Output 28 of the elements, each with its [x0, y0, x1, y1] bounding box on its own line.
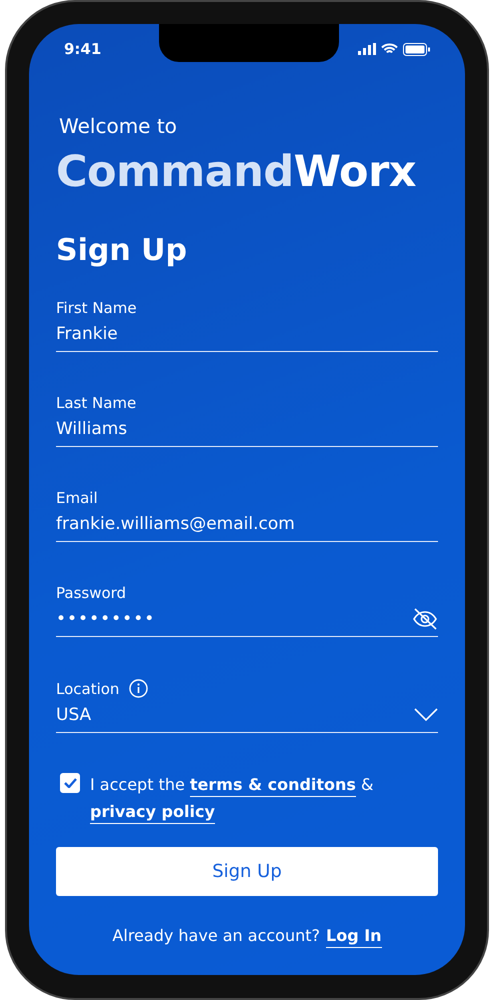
terms-text: I accept the terms & conditons & privacy policy — [90, 771, 438, 825]
field-label: Email — [56, 489, 98, 507]
input-field[interactable]: ••••••••• — [56, 602, 438, 637]
check-icon — [64, 778, 76, 788]
page-title: Sign Up — [56, 233, 188, 268]
sign-up-button[interactable]: Sign Up — [56, 847, 438, 896]
field-label: Password — [56, 584, 126, 602]
input-field[interactable]: Frankie — [56, 317, 438, 352]
wifi-icon — [381, 43, 398, 55]
eye-off-icon[interactable] — [412, 608, 438, 630]
terms-link[interactable]: privacy policy — [90, 802, 215, 824]
terms-link[interactable]: terms & conditons — [190, 775, 356, 797]
select-field[interactable]: USA — [56, 698, 438, 733]
field-label: Location — [56, 680, 120, 698]
log-in-link[interactable]: Log In — [326, 926, 382, 948]
brand-name: CommandWorx — [56, 147, 418, 197]
field-label: First Name — [56, 299, 137, 317]
terms-checkbox[interactable] — [60, 773, 80, 793]
account-prompt: Already have an account? — [112, 926, 320, 947]
input-field[interactable]: Williams — [56, 412, 438, 447]
battery-icon — [403, 42, 430, 56]
info-icon[interactable] — [129, 679, 148, 698]
signal-icon — [358, 43, 376, 55]
status-time: 9:41 — [64, 40, 102, 58]
input-field[interactable]: frankie.williams@email.com — [56, 507, 438, 542]
welcome-text: Welcome to — [58, 114, 178, 138]
chevron-down-icon[interactable] — [414, 708, 438, 722]
field-label: Last Name — [56, 394, 136, 412]
